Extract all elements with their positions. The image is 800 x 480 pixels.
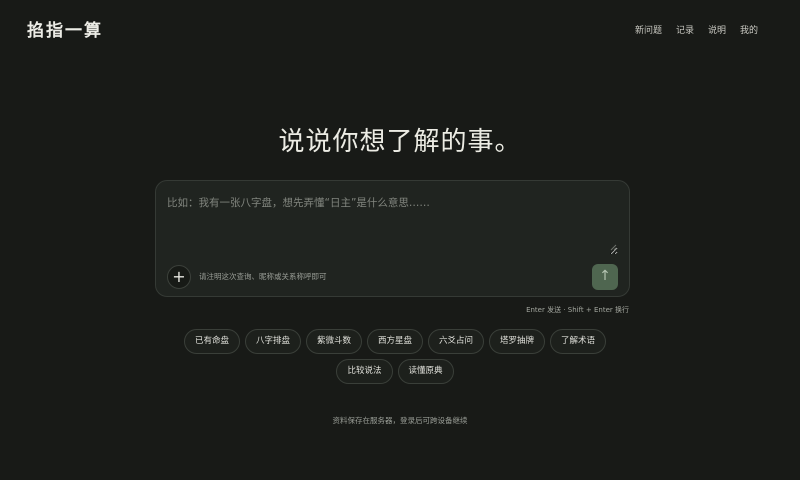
composer-hint: 请注明这次查询、昵称或关系称呼即可 [199, 272, 327, 281]
nav-item-help[interactable]: 说明 [708, 23, 726, 36]
nav-item-profile[interactable]: 我的 [740, 23, 758, 36]
suggestion-chips: 已有命盘 八字排盘 紫微斗数 西方星盘 六爻占问 塔罗抽牌 了解术语 比较说法 … [165, 329, 625, 384]
chip-liuyao[interactable]: 六爻占问 [428, 329, 485, 354]
question-input[interactable] [167, 195, 618, 255]
chip-western-astrology[interactable]: 西方星盘 [366, 329, 423, 354]
attach-button[interactable]: + [167, 265, 191, 289]
storage-note: 资料保存在服务器，登录后可跨设备继续 [332, 416, 468, 425]
chip-existing-chart[interactable]: 已有命盘 [183, 329, 240, 354]
plus-icon: + [172, 267, 186, 286]
app-logo[interactable]: 掐指一算 [27, 16, 103, 41]
chip-ziwei[interactable]: 紫微斗数 [305, 329, 362, 354]
arrow-up-icon: ↑ [599, 268, 611, 284]
chip-compare[interactable]: 比较说法 [336, 359, 393, 384]
page: 掐指一算 新问题 记录 说明 我的 说说你想了解的事。 + 请注明这次查询、昵称… [0, 0, 800, 480]
nav-item-new-question[interactable]: 新问题 [635, 23, 662, 36]
chip-bazi[interactable]: 八字排盘 [244, 329, 301, 354]
resize-grip-icon[interactable] [609, 243, 617, 251]
chip-terms[interactable]: 了解术语 [550, 329, 607, 354]
top-nav: 新问题 记录 说明 我的 [635, 23, 758, 36]
page-headline: 说说你想了解的事。 [278, 127, 522, 157]
chip-classics[interactable]: 读懂原典 [397, 359, 454, 384]
chip-tarot[interactable]: 塔罗抽牌 [489, 329, 546, 354]
nav-item-history[interactable]: 记录 [676, 23, 694, 36]
send-button[interactable]: ↑ [592, 264, 618, 290]
keyboard-hint: Enter 发送 · Shift + Enter 换行 [526, 306, 629, 314]
